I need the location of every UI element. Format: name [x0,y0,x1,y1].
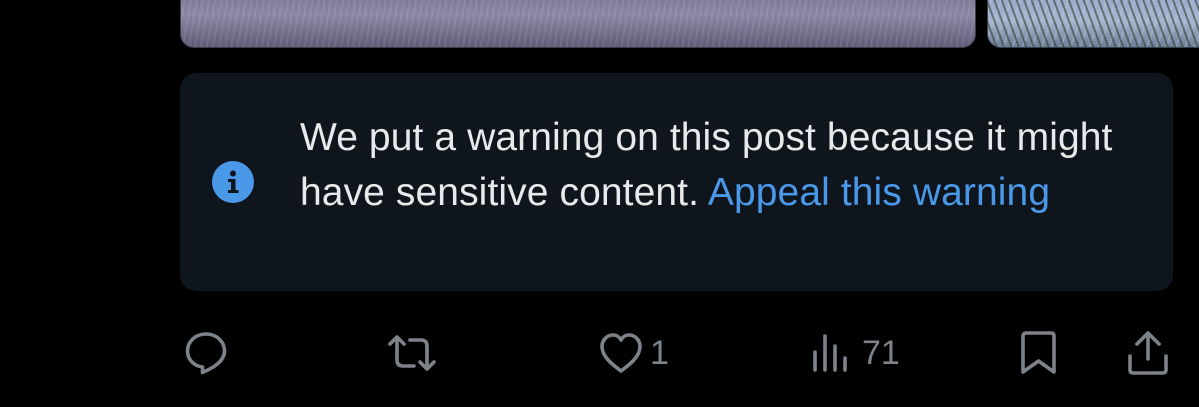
info-icon [212,161,254,203]
post-container: We put a warning on this post because it… [0,0,1199,407]
share-icon [1126,330,1172,376]
views-count: 71 [862,334,900,372]
warning-message: We put a warning on this post because it… [300,110,1150,220]
bookmark-button[interactable] [1017,330,1063,376]
sensitive-content-warning: We put a warning on this post because it… [180,73,1173,291]
repost-button[interactable] [386,330,438,376]
media-thumbnail-2[interactable] [987,0,1199,48]
bookmark-icon [1017,330,1063,376]
views-chart-icon [810,330,856,376]
like-button[interactable]: 1 [598,330,669,376]
media-thumbnail-1[interactable] [180,0,976,48]
share-button[interactable] [1126,330,1172,376]
reply-icon [183,330,229,376]
views-button[interactable]: 71 [810,330,900,376]
reply-button[interactable] [183,330,229,376]
repost-icon [386,330,438,376]
like-count: 1 [650,334,669,372]
appeal-warning-link[interactable]: Appeal this warning [708,171,1050,214]
heart-icon [598,330,644,376]
